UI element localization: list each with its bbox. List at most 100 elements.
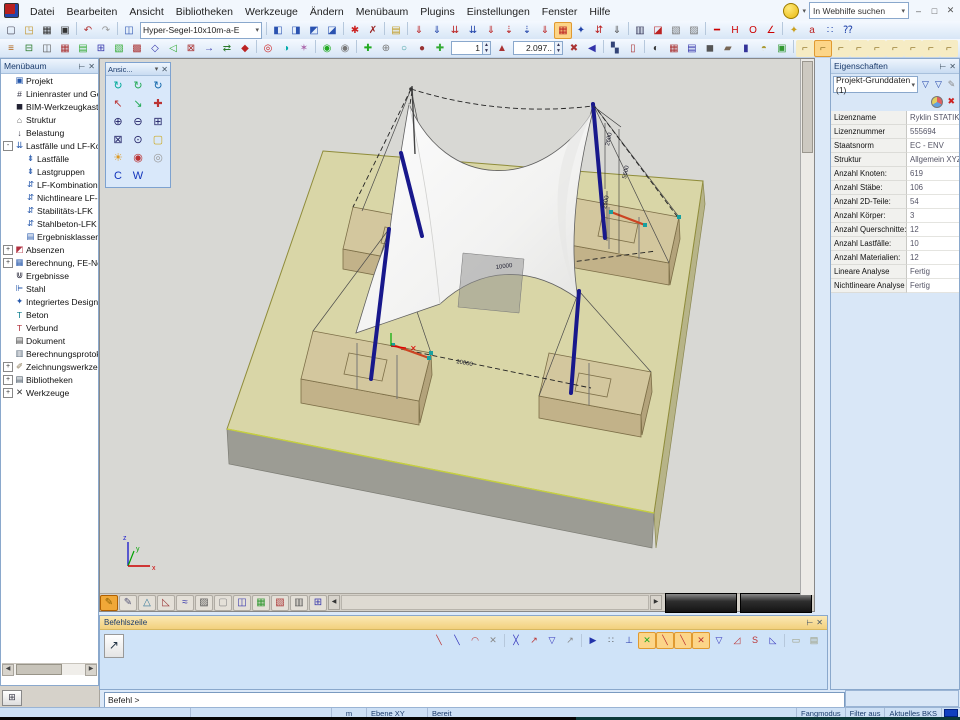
toolbar-icon[interactable]: ◧	[269, 22, 287, 39]
close-panel-icon[interactable]: ✕	[816, 618, 823, 627]
snap-icon[interactable]: ╲	[656, 632, 674, 649]
toolbar-icon[interactable]: ▮	[737, 40, 755, 57]
snap-icon[interactable]: ╲	[430, 632, 448, 649]
tree-expander-icon[interactable]	[3, 271, 13, 281]
menu-item[interactable]: Werkzeuge	[239, 4, 304, 20]
tab-scroll-left-icon[interactable]: ◀	[328, 595, 340, 610]
toolbar-icon[interactable]: ▧	[110, 40, 128, 57]
palette-icon[interactable]: C	[108, 167, 128, 185]
toolbar-icon[interactable]: ▦	[554, 22, 572, 39]
viewport-tab-icon[interactable]: ▥	[290, 595, 308, 611]
tree-item[interactable]: + ◩ Absenzen	[1, 243, 98, 256]
tree-expander-icon[interactable]	[3, 349, 13, 359]
toolbar-icon[interactable]: ✦	[572, 22, 590, 39]
menu-item[interactable]: Bibliotheken	[170, 4, 239, 20]
tree-item[interactable]: + ✐ Zeichnungswerkzeuge	[1, 360, 98, 373]
toolbar-icon[interactable]: ◓	[755, 40, 773, 57]
viewport-tab-icon[interactable]: ✎	[119, 595, 137, 611]
toolbar-icon[interactable]: ◆	[236, 40, 254, 57]
tree-expander-icon[interactable]	[3, 284, 13, 294]
toolbar-icon[interactable]: ✚	[431, 40, 449, 57]
menu-item[interactable]: Hilfe	[583, 4, 616, 20]
ucs-icon[interactable]	[944, 709, 958, 717]
toolbar-icon[interactable]: ◎	[259, 40, 277, 57]
tree-item[interactable]: ⇵ Stahlbeton-LFK	[1, 217, 98, 230]
tree-item[interactable]: ⌂ Struktur	[1, 113, 98, 126]
palette-icon[interactable]: ▢	[148, 131, 168, 149]
toolbar-icon[interactable]: ◐	[647, 40, 665, 57]
toolbar-icon[interactable]: ○	[395, 40, 413, 57]
snap-icon[interactable]: ◠	[466, 632, 484, 649]
palette-icon[interactable]: ⊙	[128, 131, 148, 149]
menu-item[interactable]: Menübaum	[350, 4, 415, 20]
tree-expander-icon[interactable]	[14, 206, 24, 216]
palette-dropdown-icon[interactable]: ▾	[155, 65, 159, 73]
toolbar-icon[interactable]: O	[744, 22, 762, 39]
tree-item[interactable]: ⇵ LF-Kombinationen	[1, 178, 98, 191]
menu-item[interactable]: Plugins	[414, 4, 460, 20]
toolbar-icon[interactable]: ⊟	[20, 40, 38, 57]
property-row[interactable]: Anzahl Knoten: 619	[831, 167, 959, 181]
toolbar-icon[interactable]: ⌐	[922, 40, 940, 57]
tree-expander-icon[interactable]	[14, 167, 24, 177]
toolbar-icon[interactable]: ✗	[364, 22, 382, 39]
property-row[interactable]: Anzahl Materialien: 12	[831, 251, 959, 265]
toolbar-icon[interactable]: ▤	[74, 40, 92, 57]
snap-icon[interactable]: ∷	[602, 632, 620, 649]
toolbar-icon[interactable]: ✱	[346, 22, 364, 39]
toolbar-icon[interactable]: ⇓	[482, 22, 500, 39]
toolbar-icon[interactable]: ⇄	[218, 40, 236, 57]
toolbar-icon[interactable]: ∠	[762, 22, 780, 39]
pencil-icon[interactable]: ✎	[946, 79, 957, 90]
toolbar-icon[interactable]: ▯	[624, 40, 642, 57]
toolbar-icon[interactable]: ▚	[606, 40, 624, 57]
close-button[interactable]: ✕	[944, 5, 957, 16]
toolbar-icon[interactable]: ▰	[719, 40, 737, 57]
viewport-tab-icon[interactable]: ▨	[195, 595, 213, 611]
toolbar-icon[interactable]: ≡	[2, 40, 20, 57]
toolbar-icon[interactable]: ∷	[821, 22, 839, 39]
tree-item[interactable]: ▤ Ergebnisklassen	[1, 230, 98, 243]
tree-expander-icon[interactable]	[3, 297, 13, 307]
snap-icon[interactable]: ▤	[805, 632, 823, 649]
tree-expander-icon[interactable]	[14, 154, 24, 164]
toolbar-icon[interactable]: ◫	[120, 22, 138, 39]
palette-icon[interactable]: ⊖	[128, 113, 148, 131]
property-row[interactable]: Lizenznummer 555694	[831, 125, 959, 139]
palette-icon[interactable]: ↻	[108, 77, 128, 95]
tree-expander-icon[interactable]	[3, 323, 13, 333]
toolbar-icon[interactable]: ⊞	[92, 40, 110, 57]
close-panel-icon[interactable]: ✕	[88, 62, 95, 71]
help-dropdown-icon[interactable]: ▾	[802, 7, 806, 15]
palette-icon[interactable]: ◉	[128, 149, 148, 167]
toolbar-icon[interactable]: ⇣	[500, 22, 518, 39]
tree-expander-icon[interactable]	[3, 76, 13, 86]
palette-icon[interactable]: ⊠	[108, 131, 128, 149]
toolbar-icon[interactable]: ◳	[20, 22, 38, 39]
palette-icon[interactable]: ✚	[148, 95, 168, 113]
toolbar-icon[interactable]: ▦	[665, 40, 683, 57]
tree-item[interactable]: + ✕ Werkzeuge	[1, 386, 98, 399]
property-row[interactable]: Lizenzname Ryklin STATIK	[831, 111, 959, 125]
activity-spinner[interactable]: 1 ▲▼	[451, 41, 491, 55]
spinner-arrows-icon[interactable]: ▲▼	[555, 41, 563, 55]
toolbar-icon[interactable]: ▧	[667, 22, 685, 39]
toolbar-icon[interactable]: ⌐	[796, 40, 814, 57]
tree-item[interactable]: ◼ BIM-Werkzeugkasten	[1, 100, 98, 113]
toolbar-icon[interactable]: ⌐	[832, 40, 850, 57]
toolbar-icon[interactable]: ▦	[56, 40, 74, 57]
property-row[interactable]: Anzahl Stäbe: 106	[831, 181, 959, 195]
toolbar-icon[interactable]: ⌐	[886, 40, 904, 57]
toolbar-icon[interactable]: ⇊	[446, 22, 464, 39]
filter-check-icon[interactable]: ▽	[920, 79, 931, 90]
tree-expander-icon[interactable]: +	[3, 258, 13, 268]
toolbar-icon[interactable]: ◀	[583, 40, 601, 57]
viewport-tab-icon[interactable]: ⊞	[309, 595, 327, 611]
toolbar-icon[interactable]: ◨	[287, 22, 305, 39]
tree-item[interactable]: ⇟ Lastgruppen	[1, 165, 98, 178]
palette-icon[interactable]: ↘	[128, 95, 148, 113]
toolbar-icon[interactable]: ↶	[79, 22, 97, 39]
tree-item[interactable]: ↓ Belastung	[1, 126, 98, 139]
tree-expander-icon[interactable]	[3, 115, 13, 125]
properties-combo[interactable]: Projekt-Grunddaten (1) ▾	[833, 76, 918, 93]
